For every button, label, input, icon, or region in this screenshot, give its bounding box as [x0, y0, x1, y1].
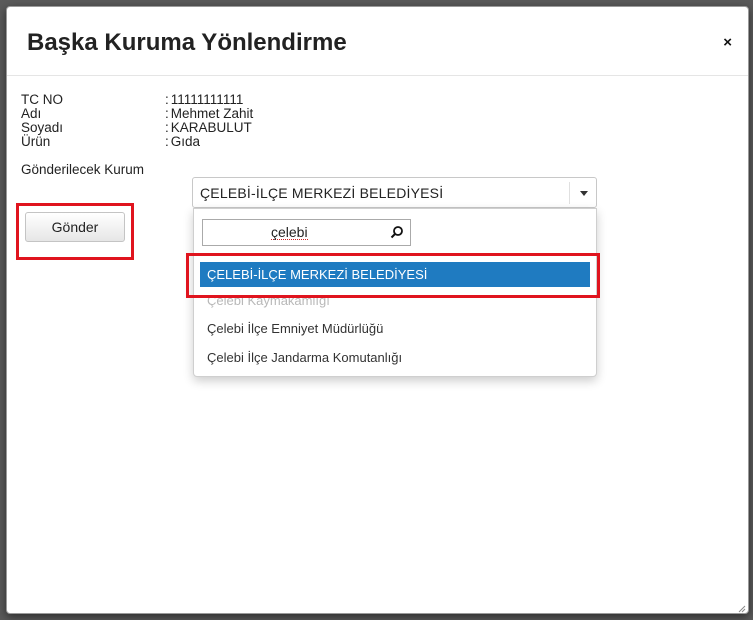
separator: :: [165, 120, 169, 135]
modal-header: Başka Kuruma Yönlendirme ×: [7, 7, 748, 76]
name-value: Mehmet Zahit: [170, 106, 254, 121]
dropdown-option[interactable]: Çelebi İlçe Jandarma Komutanlığı: [200, 345, 590, 370]
modal-title: Başka Kuruma Yönlendirme: [27, 29, 347, 56]
search-input[interactable]: çelebi: [271, 225, 308, 240]
tc-value: 11111111111: [170, 92, 244, 107]
select-divider: [569, 182, 570, 204]
institution-label: Gönderilecek Kurum: [21, 162, 145, 177]
chevron-down-icon[interactable]: [580, 191, 588, 196]
resize-handle-icon[interactable]: [738, 605, 746, 613]
dropdown-option[interactable]: Çelebi İlçe Emniyet Müdürlüğü: [200, 316, 590, 341]
separator: :: [165, 134, 169, 149]
institution-select[interactable]: ÇELEBİ-İLÇE MERKEZİ BELEDİYESİ: [192, 177, 597, 208]
selected-option-highlight: [186, 253, 600, 298]
search-icon: [390, 226, 403, 239]
separator: :: [165, 92, 169, 107]
dropdown-search[interactable]: çelebi: [202, 219, 411, 246]
institution-select-value: ÇELEBİ-İLÇE MERKEZİ BELEDİYESİ: [200, 185, 444, 201]
tc-label: TC NO: [21, 92, 63, 107]
send-button-highlight: [16, 203, 134, 260]
separator: :: [165, 106, 169, 121]
product-value: Gıda: [170, 134, 201, 149]
name-label: Adı: [21, 106, 42, 121]
close-icon[interactable]: ×: [723, 35, 732, 50]
surname-label: Soyadı: [21, 120, 64, 135]
surname-value: KARABULUT: [170, 120, 252, 135]
product-label: Ürün: [21, 134, 51, 149]
